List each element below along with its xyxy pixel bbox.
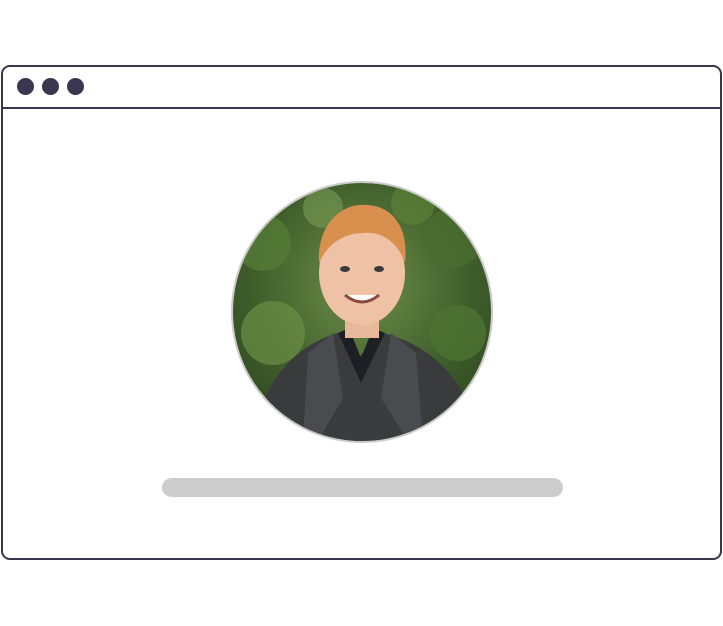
window-control-dot-2[interactable]	[42, 78, 59, 95]
window-control-dot-3[interactable]	[67, 78, 84, 95]
person-photo-icon	[233, 183, 491, 441]
name-placeholder-bar	[162, 478, 563, 497]
profile-avatar	[231, 181, 493, 443]
browser-window	[1, 65, 722, 560]
window-titlebar	[3, 67, 720, 109]
window-control-dot-1[interactable]	[17, 78, 34, 95]
